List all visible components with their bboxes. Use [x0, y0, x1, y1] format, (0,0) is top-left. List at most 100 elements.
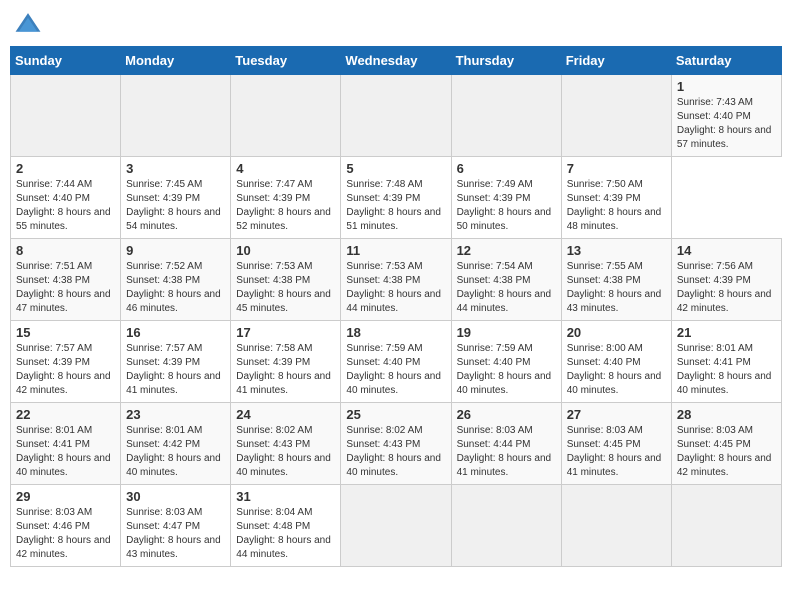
day-number: 9 — [126, 243, 225, 258]
day-number: 13 — [567, 243, 666, 258]
day-number: 14 — [677, 243, 776, 258]
logo[interactable] — [14, 10, 46, 38]
calendar-cell: 20 Sunrise: 8:00 AMSunset: 4:40 PMDaylig… — [561, 321, 671, 403]
calendar-cell — [11, 75, 121, 157]
day-info: Sunrise: 7:53 AMSunset: 4:38 PMDaylight:… — [346, 261, 441, 314]
day-info: Sunrise: 7:43 AMSunset: 4:40 PMDaylight:… — [677, 97, 772, 150]
day-number: 18 — [346, 325, 445, 340]
day-number: 7 — [567, 161, 666, 176]
calendar-cell: 26 Sunrise: 8:03 AMSunset: 4:44 PMDaylig… — [451, 403, 561, 485]
day-info: Sunrise: 7:52 AMSunset: 4:38 PMDaylight:… — [126, 261, 221, 314]
day-info: Sunrise: 8:03 AMSunset: 4:46 PMDaylight:… — [16, 507, 111, 560]
day-number: 23 — [126, 407, 225, 422]
day-info: Sunrise: 7:58 AMSunset: 4:39 PMDaylight:… — [236, 343, 331, 396]
calendar-cell: 9 Sunrise: 7:52 AMSunset: 4:38 PMDayligh… — [121, 239, 231, 321]
calendar-cell — [231, 75, 341, 157]
day-number: 3 — [126, 161, 225, 176]
week-row-1: 1 Sunrise: 7:43 AMSunset: 4:40 PMDayligh… — [11, 75, 782, 157]
calendar-cell: 28 Sunrise: 8:03 AMSunset: 4:45 PMDaylig… — [671, 403, 781, 485]
calendar-cell: 19 Sunrise: 7:59 AMSunset: 4:40 PMDaylig… — [451, 321, 561, 403]
calendar-cell: 17 Sunrise: 7:58 AMSunset: 4:39 PMDaylig… — [231, 321, 341, 403]
day-number: 6 — [457, 161, 556, 176]
day-number: 28 — [677, 407, 776, 422]
calendar-cell: 30 Sunrise: 8:03 AMSunset: 4:47 PMDaylig… — [121, 485, 231, 567]
day-number: 8 — [16, 243, 115, 258]
day-info: Sunrise: 8:03 AMSunset: 4:47 PMDaylight:… — [126, 507, 221, 560]
day-info: Sunrise: 8:02 AMSunset: 4:43 PMDaylight:… — [346, 425, 441, 478]
day-number: 12 — [457, 243, 556, 258]
calendar-cell: 24 Sunrise: 8:02 AMSunset: 4:43 PMDaylig… — [231, 403, 341, 485]
day-info: Sunrise: 8:03 AMSunset: 4:44 PMDaylight:… — [457, 425, 552, 478]
day-info: Sunrise: 7:50 AMSunset: 4:39 PMDaylight:… — [567, 179, 662, 232]
calendar-cell — [561, 485, 671, 567]
calendar-cell: 13 Sunrise: 7:55 AMSunset: 4:38 PMDaylig… — [561, 239, 671, 321]
day-info: Sunrise: 8:03 AMSunset: 4:45 PMDaylight:… — [677, 425, 772, 478]
calendar-cell — [341, 485, 451, 567]
day-info: Sunrise: 8:04 AMSunset: 4:48 PMDaylight:… — [236, 507, 331, 560]
day-number: 15 — [16, 325, 115, 340]
col-header-saturday: Saturday — [671, 47, 781, 75]
day-info: Sunrise: 7:57 AMSunset: 4:39 PMDaylight:… — [16, 343, 111, 396]
calendar-cell: 1 Sunrise: 7:43 AMSunset: 4:40 PMDayligh… — [671, 75, 781, 157]
day-info: Sunrise: 7:59 AMSunset: 4:40 PMDaylight:… — [457, 343, 552, 396]
day-number: 26 — [457, 407, 556, 422]
week-row-3: 8 Sunrise: 7:51 AMSunset: 4:38 PMDayligh… — [11, 239, 782, 321]
day-info: Sunrise: 7:54 AMSunset: 4:38 PMDaylight:… — [457, 261, 552, 314]
calendar-cell: 6 Sunrise: 7:49 AMSunset: 4:39 PMDayligh… — [451, 157, 561, 239]
day-info: Sunrise: 8:00 AMSunset: 4:40 PMDaylight:… — [567, 343, 662, 396]
calendar-cell: 3 Sunrise: 7:45 AMSunset: 4:39 PMDayligh… — [121, 157, 231, 239]
calendar-cell: 4 Sunrise: 7:47 AMSunset: 4:39 PMDayligh… — [231, 157, 341, 239]
calendar-cell: 23 Sunrise: 8:01 AMSunset: 4:42 PMDaylig… — [121, 403, 231, 485]
calendar-cell: 2 Sunrise: 7:44 AMSunset: 4:40 PMDayligh… — [11, 157, 121, 239]
day-info: Sunrise: 8:01 AMSunset: 4:41 PMDaylight:… — [677, 343, 772, 396]
logo-icon — [14, 10, 42, 38]
day-info: Sunrise: 8:02 AMSunset: 4:43 PMDaylight:… — [236, 425, 331, 478]
day-number: 5 — [346, 161, 445, 176]
week-row-2: 2 Sunrise: 7:44 AMSunset: 4:40 PMDayligh… — [11, 157, 782, 239]
week-row-6: 29 Sunrise: 8:03 AMSunset: 4:46 PMDaylig… — [11, 485, 782, 567]
day-info: Sunrise: 8:01 AMSunset: 4:42 PMDaylight:… — [126, 425, 221, 478]
day-info: Sunrise: 7:49 AMSunset: 4:39 PMDaylight:… — [457, 179, 552, 232]
day-number: 10 — [236, 243, 335, 258]
calendar-cell: 18 Sunrise: 7:59 AMSunset: 4:40 PMDaylig… — [341, 321, 451, 403]
page-header — [10, 10, 782, 38]
day-number: 17 — [236, 325, 335, 340]
calendar-cell: 11 Sunrise: 7:53 AMSunset: 4:38 PMDaylig… — [341, 239, 451, 321]
day-number: 27 — [567, 407, 666, 422]
calendar-cell: 12 Sunrise: 7:54 AMSunset: 4:38 PMDaylig… — [451, 239, 561, 321]
calendar-cell: 21 Sunrise: 8:01 AMSunset: 4:41 PMDaylig… — [671, 321, 781, 403]
calendar-cell — [671, 485, 781, 567]
calendar-cell — [451, 75, 561, 157]
calendar-cell: 16 Sunrise: 7:57 AMSunset: 4:39 PMDaylig… — [121, 321, 231, 403]
calendar-cell — [561, 75, 671, 157]
day-number: 11 — [346, 243, 445, 258]
calendar-cell — [341, 75, 451, 157]
col-header-thursday: Thursday — [451, 47, 561, 75]
day-info: Sunrise: 8:01 AMSunset: 4:41 PMDaylight:… — [16, 425, 111, 478]
calendar-cell: 7 Sunrise: 7:50 AMSunset: 4:39 PMDayligh… — [561, 157, 671, 239]
day-info: Sunrise: 8:03 AMSunset: 4:45 PMDaylight:… — [567, 425, 662, 478]
day-number: 19 — [457, 325, 556, 340]
day-info: Sunrise: 7:55 AMSunset: 4:38 PMDaylight:… — [567, 261, 662, 314]
calendar-cell: 8 Sunrise: 7:51 AMSunset: 4:38 PMDayligh… — [11, 239, 121, 321]
calendar-cell — [121, 75, 231, 157]
day-number: 16 — [126, 325, 225, 340]
day-number: 25 — [346, 407, 445, 422]
col-header-monday: Monday — [121, 47, 231, 75]
calendar-cell: 15 Sunrise: 7:57 AMSunset: 4:39 PMDaylig… — [11, 321, 121, 403]
day-info: Sunrise: 7:47 AMSunset: 4:39 PMDaylight:… — [236, 179, 331, 232]
calendar-cell: 10 Sunrise: 7:53 AMSunset: 4:38 PMDaylig… — [231, 239, 341, 321]
day-number: 29 — [16, 489, 115, 504]
day-number: 22 — [16, 407, 115, 422]
day-number: 2 — [16, 161, 115, 176]
week-row-5: 22 Sunrise: 8:01 AMSunset: 4:41 PMDaylig… — [11, 403, 782, 485]
calendar-table: SundayMondayTuesdayWednesdayThursdayFrid… — [10, 46, 782, 567]
calendar-cell: 31 Sunrise: 8:04 AMSunset: 4:48 PMDaylig… — [231, 485, 341, 567]
day-number: 21 — [677, 325, 776, 340]
calendar-cell: 14 Sunrise: 7:56 AMSunset: 4:39 PMDaylig… — [671, 239, 781, 321]
day-info: Sunrise: 7:53 AMSunset: 4:38 PMDaylight:… — [236, 261, 331, 314]
calendar-cell: 22 Sunrise: 8:01 AMSunset: 4:41 PMDaylig… — [11, 403, 121, 485]
col-header-sunday: Sunday — [11, 47, 121, 75]
calendar-cell: 5 Sunrise: 7:48 AMSunset: 4:39 PMDayligh… — [341, 157, 451, 239]
day-number: 1 — [677, 79, 776, 94]
